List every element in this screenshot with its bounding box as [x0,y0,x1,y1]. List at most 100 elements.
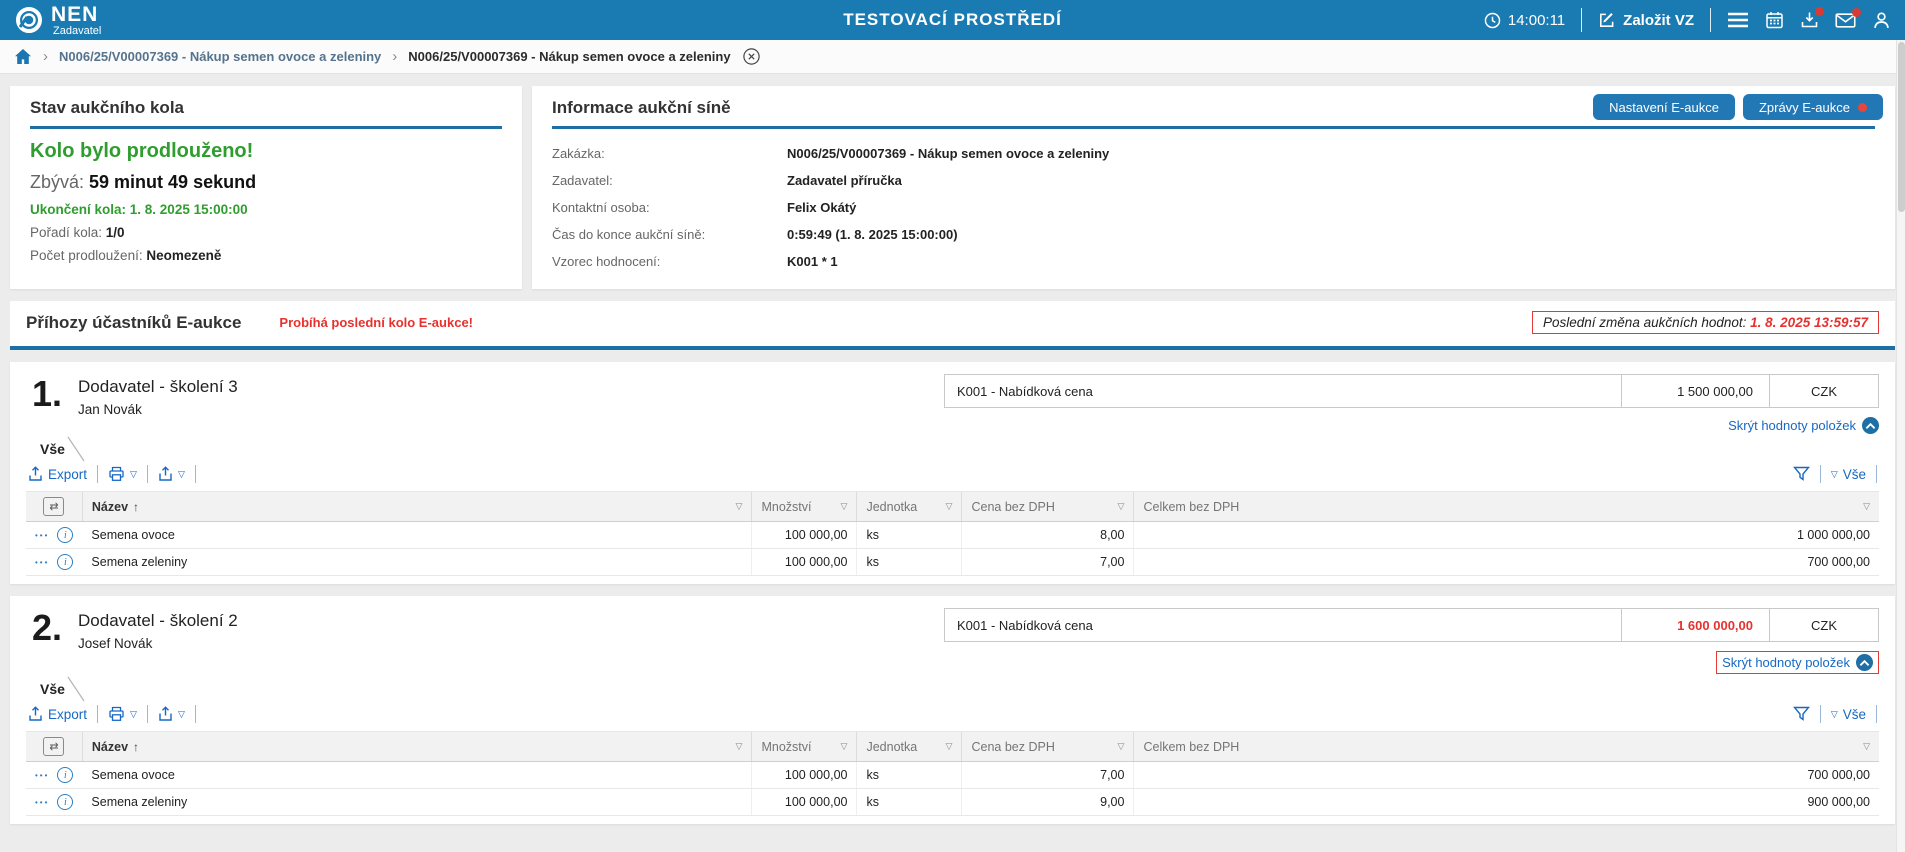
row-actions-icon[interactable]: ••• [35,771,49,780]
round-order-value: 1/0 [106,225,125,240]
hide-items-label: Skrýt hodnoty položek [1722,655,1850,670]
sort-asc-icon: ↑ [133,500,139,514]
column-settings-icon[interactable]: ⇄ [43,497,64,516]
filter-button[interactable] [1793,466,1810,482]
items-table: ⇄ Název↑ ▽ Množství▽ Jednotka▽ Cena bez … [26,491,1879,576]
row-actions-icon[interactable]: ••• [35,798,49,807]
filter-triangle-icon[interactable]: ▽ [841,741,848,752]
item-qty: 100 000,00 [752,522,857,549]
column-settings-icon[interactable]: ⇄ [43,737,64,756]
filter-triangle-icon[interactable]: ▽ [946,501,953,512]
column-header-nazev[interactable]: Název↑ ▽ [82,492,752,522]
hide-items-link[interactable]: Skrýt hodnoty položek [1728,417,1879,434]
tab-vse[interactable]: Vše [26,438,67,462]
item-unit: ks [857,789,962,816]
logo-text: NEN [51,4,101,25]
item-name: Semena ovoce [82,762,752,789]
column-header-mnozstvi[interactable]: Množství▽ [752,492,857,522]
column-header-celkem[interactable]: Celkem bez DPH▽ [1134,492,1879,522]
downloads-button[interactable] [1800,11,1819,29]
item-price: 7,00 [962,549,1134,576]
bid-currency: CZK [1770,375,1878,407]
table-header-row: ⇄ Název↑ ▽ Množství▽ Jednotka▽ Cena bez … [26,492,1879,522]
filter-all-dropdown[interactable]: ▽ Vše [1831,707,1866,722]
tab-edge [67,676,85,702]
column-header-nazev[interactable]: Název↑ ▽ [82,732,752,762]
print-button[interactable]: ▽ [108,706,137,722]
auction-messages-badge [1858,103,1867,112]
tab-vse[interactable]: Vše [26,678,67,702]
home-icon[interactable] [14,48,32,65]
filter-all-label: Vše [1843,707,1866,722]
column-header-cena[interactable]: Cena bez DPH▽ [962,732,1134,762]
dropdown-triangle-icon: ▽ [178,709,185,720]
dropdown-triangle-icon: ▽ [130,709,137,720]
dropdown-triangle-icon: ▽ [178,469,185,480]
share-button[interactable]: ▽ [158,706,185,722]
chevron-up-icon [1862,417,1879,434]
item-qty: 100 000,00 [752,549,857,576]
nen-logo[interactable]: NEN Zadavatel [14,4,101,37]
create-vz-button[interactable]: Založit VZ [1598,11,1694,29]
nen-logo-icon [14,5,44,35]
column-header-jednotka[interactable]: Jednotka▽ [857,732,962,762]
round-status-title: Stav aukčního kola [30,98,502,129]
extensions-count: Počet prodloužení: Neomezeně [30,248,502,263]
column-header-jednotka[interactable]: Jednotka▽ [857,492,962,522]
breadcrumb-item-1[interactable]: N006/25/V00007369 - Nákup semen ovoce a … [59,49,381,64]
share-button[interactable]: ▽ [158,466,185,482]
export-button[interactable]: Export [28,706,87,722]
user-icon [1872,11,1891,30]
table-row: •••i Semena zeleniny 100 000,00 ks 9,00 … [26,789,1879,816]
divider [1710,8,1711,32]
column-header-cena[interactable]: Cena bez DPH▽ [962,492,1134,522]
round-end-value: 1. 8. 2025 15:00:00 [130,202,248,217]
auction-settings-label: Nastavení E-aukce [1609,100,1719,115]
column-header-celkem[interactable]: Celkem bez DPH▽ [1134,732,1879,762]
filter-triangle-icon[interactable]: ▽ [1118,741,1125,752]
downloads-badge [1815,7,1824,16]
column-header-mnozstvi[interactable]: Množství▽ [752,732,857,762]
filter-triangle-icon[interactable]: ▽ [1118,501,1125,512]
row-actions-icon[interactable]: ••• [35,558,49,567]
print-button[interactable]: ▽ [108,466,137,482]
round-extended-status: Kolo bylo prodlouženo! [30,140,502,163]
filter-triangle-icon[interactable]: ▽ [841,501,848,512]
filter-triangle-icon[interactable]: ▽ [736,741,743,752]
info-row-vzorec: Vzorec hodnocení: K001 * 1 [552,248,1875,275]
hamburger-icon [1727,12,1749,28]
close-tab-icon[interactable] [742,47,761,66]
row-info-icon[interactable]: i [57,794,73,810]
profile-button[interactable] [1872,11,1891,30]
auction-messages-button[interactable]: Zprávy E-aukce [1743,94,1883,120]
hide-items-label: Skrýt hodnoty položek [1728,418,1856,433]
bid-value-row: K001 - Nabídková cena 1 600 000,00 CZK [944,608,1879,642]
vertical-scrollbar[interactable] [1896,40,1905,852]
divider [97,465,98,483]
auction-settings-button[interactable]: Nastavení E-aukce [1593,94,1735,120]
row-actions-icon[interactable]: ••• [35,531,49,540]
filter-triangle-icon[interactable]: ▽ [946,741,953,752]
top-bar: NEN Zadavatel TESTOVACÍ PROSTŘEDÍ 14:00:… [0,0,1905,40]
round-order: Pořadí kola: 1/0 [30,225,502,240]
filter-triangle-icon[interactable]: ▽ [1863,741,1870,752]
divider [195,705,196,723]
row-info-icon[interactable]: i [57,767,73,783]
row-info-icon[interactable]: i [57,527,73,543]
extensions-count-value: Neomezeně [146,248,221,263]
filter-triangle-icon[interactable]: ▽ [736,501,743,512]
filter-all-dropdown[interactable]: ▽ Vše [1831,467,1866,482]
filter-button[interactable] [1793,706,1810,722]
scrollbar-thumb[interactable] [1898,42,1905,212]
item-price: 8,00 [962,522,1134,549]
calendar-button[interactable] [1765,11,1784,29]
row-info-icon[interactable]: i [57,554,73,570]
menu-button[interactable] [1727,12,1749,28]
chevron-right-icon: › [392,48,397,65]
filter-triangle-icon[interactable]: ▽ [1863,501,1870,512]
messages-button[interactable] [1835,12,1856,29]
export-button[interactable]: Export [28,466,87,482]
hide-items-link[interactable]: Skrýt hodnoty položek [1716,651,1879,674]
info-row-zadavatel: Zadavatel: Zadavatel příručka [552,167,1875,194]
breadcrumb-item-2[interactable]: N006/25/V00007369 - Nákup semen ovoce a … [408,49,730,64]
